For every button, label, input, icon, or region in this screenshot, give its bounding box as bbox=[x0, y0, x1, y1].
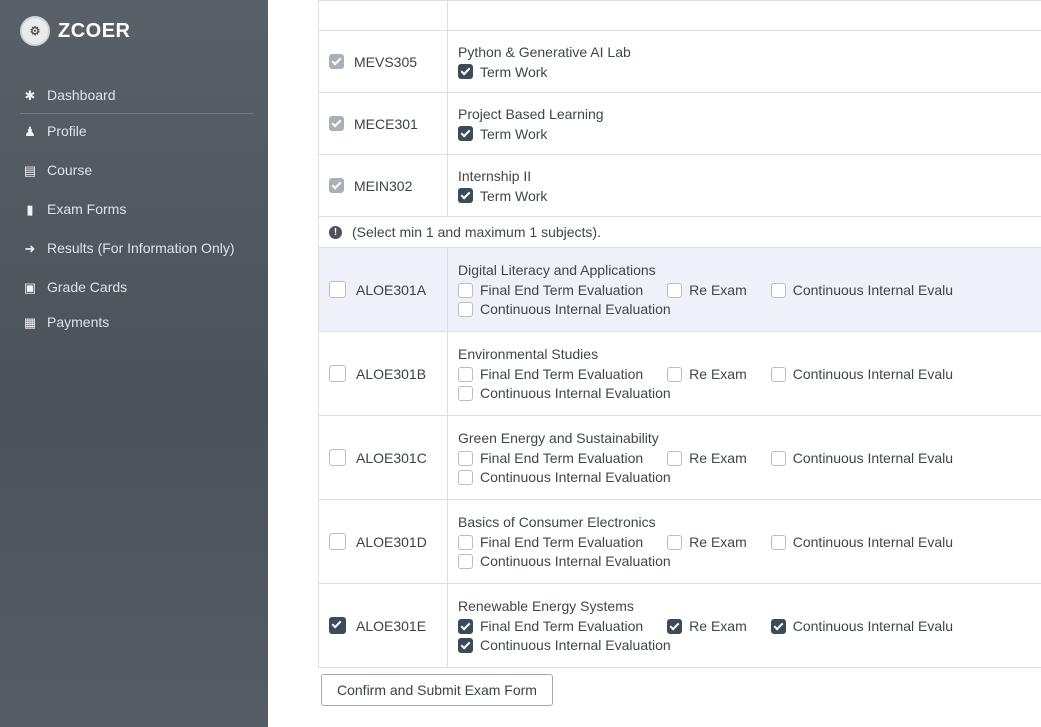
table-row: MEVS305 Python & Generative AI Lab Term … bbox=[318, 30, 1041, 93]
payment-icon: ▦ bbox=[23, 315, 37, 330]
term-work-label: Term Work bbox=[480, 63, 548, 80]
final-end-term-checkbox[interactable] bbox=[458, 366, 473, 382]
subject-name: Internship II bbox=[458, 167, 532, 184]
subject-name: Renewable Energy Systems bbox=[458, 598, 634, 614]
continuous-internal-checkbox[interactable] bbox=[770, 450, 786, 466]
table-row bbox=[318, 0, 1041, 31]
card-icon: ▣ bbox=[23, 280, 37, 295]
subject-code: ALOE301B bbox=[356, 365, 427, 382]
term-work-label: Term Work bbox=[480, 125, 548, 142]
table-row: MECE301 Project Based Learning Term Work bbox=[318, 92, 1041, 155]
sidebar-divider bbox=[20, 113, 254, 114]
final-end-term-checkbox[interactable] bbox=[458, 534, 473, 550]
subject-name: Green Energy and Sustainability bbox=[458, 430, 659, 446]
info-icon: ! bbox=[329, 225, 342, 239]
document-icon: ▮ bbox=[26, 202, 34, 217]
sidebar-item-dashboard[interactable]: ✱ Dashboard bbox=[0, 78, 268, 113]
sidebar-item-results[interactable]: ➜ Results (For Information Only) bbox=[0, 231, 268, 266]
continuous-internal-checkbox[interactable] bbox=[458, 553, 473, 569]
table-row: ALOE301D Basics of Consumer Electronics … bbox=[318, 499, 1041, 584]
elective-select-checkbox[interactable] bbox=[329, 281, 346, 298]
subject-code: ALOE301D bbox=[356, 533, 427, 550]
sidebar-item-exam-forms[interactable]: ▮ Exam Forms bbox=[0, 192, 268, 227]
dashboard-icon: ✱ bbox=[24, 88, 36, 103]
subject-name: Basics of Consumer Electronics bbox=[458, 514, 656, 530]
table-row: ALOE301B Environmental Studies Final End… bbox=[318, 331, 1041, 416]
sidebar-item-grade-cards[interactable]: ▣ Grade Cards bbox=[0, 270, 268, 305]
table-row: ALOE301C Green Energy and Sustainability… bbox=[318, 415, 1041, 500]
term-work-checkbox[interactable] bbox=[458, 126, 473, 141]
subject-name: Digital Literacy and Applications bbox=[458, 262, 656, 278]
subject-code: ALOE301E bbox=[356, 617, 427, 634]
subject-code: MEIN302 bbox=[354, 177, 413, 194]
user-icon: ♟ bbox=[24, 124, 36, 139]
continuous-internal-checkbox[interactable] bbox=[770, 618, 786, 634]
elective-select-checkbox[interactable] bbox=[329, 617, 346, 634]
book-icon: ▤ bbox=[23, 163, 37, 178]
continuous-internal-checkbox[interactable] bbox=[770, 534, 786, 550]
subjects-table: MEVS305 Python & Generative AI Lab Term … bbox=[318, 0, 1041, 668]
elective-note: (Select min 1 and maximum 1 subjects). bbox=[352, 224, 601, 240]
re-exam-checkbox[interactable] bbox=[667, 282, 683, 298]
elective-select-checkbox[interactable] bbox=[329, 533, 346, 550]
sidebar-nav: ✱ Dashboard ♟ Profile ▤ Course ▮ Exam Fo… bbox=[0, 78, 268, 340]
term-work-checkbox[interactable] bbox=[458, 64, 473, 79]
final-end-term-checkbox[interactable] bbox=[458, 282, 473, 298]
subject-name: Project Based Learning bbox=[458, 105, 604, 122]
sidebar-item-course[interactable]: ▤ Course bbox=[0, 153, 268, 188]
subject-name: Python & Generative AI Lab bbox=[458, 43, 631, 60]
exam-form-main: MEVS305 Python & Generative AI Lab Term … bbox=[318, 0, 1041, 727]
sidebar: ⚙ ZCOER ✱ Dashboard ♟ Profile ▤ Course ▮… bbox=[0, 0, 268, 727]
continuous-internal-checkbox[interactable] bbox=[770, 366, 786, 382]
continuous-internal-checkbox[interactable] bbox=[770, 282, 786, 298]
subject-checkbox[interactable] bbox=[329, 178, 344, 193]
subject-code: MEVS305 bbox=[354, 53, 418, 70]
subject-name: Environmental Studies bbox=[458, 346, 599, 362]
table-row: ALOE301A Digital Literacy and Applicatio… bbox=[318, 247, 1041, 332]
continuous-internal-checkbox[interactable] bbox=[458, 301, 473, 317]
subject-checkbox[interactable] bbox=[329, 54, 344, 69]
subject-code: ALOE301A bbox=[356, 281, 427, 298]
table-row: ! (Select min 1 and maximum 1 subjects). bbox=[318, 216, 1041, 248]
brand-name: ZCOER bbox=[58, 19, 131, 42]
elective-select-checkbox[interactable] bbox=[329, 365, 346, 382]
elective-select-checkbox[interactable] bbox=[329, 449, 346, 466]
re-exam-checkbox[interactable] bbox=[667, 534, 683, 550]
subject-code: MECE301 bbox=[354, 115, 418, 132]
confirm-submit-button[interactable]: Confirm and Submit Exam Form bbox=[321, 674, 553, 706]
table-row: MEIN302 Internship II Term Work bbox=[318, 154, 1041, 217]
continuous-internal-checkbox[interactable] bbox=[458, 637, 473, 653]
table-row: ALOE301E Renewable Energy Systems Final … bbox=[318, 583, 1041, 668]
re-exam-checkbox[interactable] bbox=[667, 366, 683, 382]
re-exam-checkbox[interactable] bbox=[667, 450, 683, 466]
sidebar-item-payments[interactable]: ▦ Payments bbox=[0, 305, 268, 340]
continuous-internal-checkbox[interactable] bbox=[458, 469, 473, 485]
arrow-right-icon: ➜ bbox=[24, 241, 36, 256]
term-work-label: Term Work bbox=[480, 187, 548, 204]
subject-checkbox[interactable] bbox=[329, 116, 344, 131]
subject-code: ALOE301C bbox=[356, 449, 427, 466]
sidebar-item-profile[interactable]: ♟ Profile bbox=[0, 114, 268, 149]
final-end-term-checkbox[interactable] bbox=[458, 450, 473, 466]
re-exam-checkbox[interactable] bbox=[667, 618, 683, 634]
brand[interactable]: ⚙ ZCOER bbox=[20, 16, 131, 46]
continuous-internal-checkbox[interactable] bbox=[458, 385, 473, 401]
final-end-term-checkbox[interactable] bbox=[458, 618, 473, 634]
term-work-checkbox[interactable] bbox=[458, 188, 473, 203]
college-logo-icon: ⚙ bbox=[20, 16, 50, 46]
